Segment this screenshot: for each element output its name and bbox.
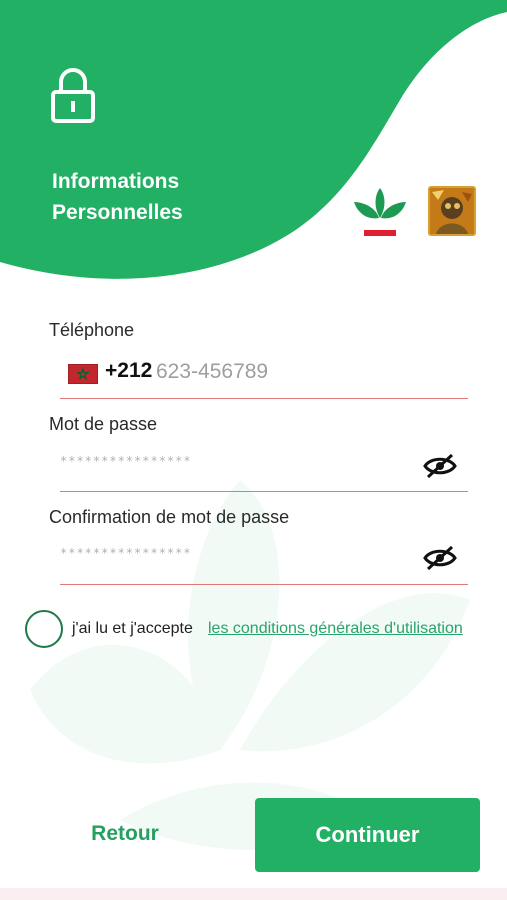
header-background [0, 0, 507, 279]
password-input[interactable] [60, 447, 400, 475]
phone-label: Téléphone [49, 320, 135, 340]
password-underline [60, 491, 468, 492]
eye-slash-icon[interactable] [422, 544, 458, 572]
confirm-password-label: Confirmation de mot de passe [49, 507, 290, 527]
page-title-line1: Informations [52, 170, 180, 193]
page-title: Informations Personnelles [52, 166, 272, 228]
terms-link[interactable]: les conditions générales d'utilisation [208, 620, 463, 638]
morocco-flag-icon [68, 364, 98, 384]
star-icon [76, 367, 90, 380]
confirm-password-input[interactable] [60, 539, 400, 567]
leaf-watermark [30, 480, 470, 850]
terms-text: j'ai lu et j'accepte [72, 620, 193, 637]
back-button[interactable]: Retour [70, 806, 180, 862]
phone-country-code: +212 [105, 359, 153, 382]
continue-button[interactable]: Continuer [255, 798, 480, 872]
confirm-password-underline [60, 584, 468, 585]
phone-input[interactable] [156, 356, 456, 388]
eye-slash-icon[interactable] [422, 452, 458, 480]
lock-icon [51, 68, 95, 123]
terms-checkbox[interactable] [25, 610, 63, 648]
avatar[interactable] [428, 186, 476, 236]
phone-underline [60, 398, 468, 399]
bottom-strip [0, 888, 507, 900]
password-label: Mot de passe [49, 414, 158, 434]
brand-logo-icon [354, 188, 406, 236]
page-title-line2: Personnelles [52, 201, 183, 224]
